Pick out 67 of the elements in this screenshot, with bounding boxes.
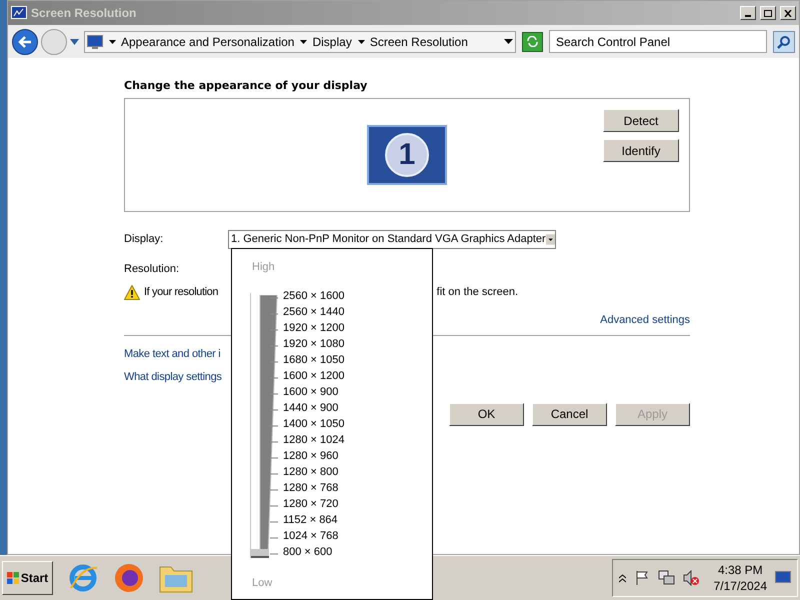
dialog-button[interactable]: OK — [449, 402, 524, 426]
clock-date: 7/17/2024 — [714, 578, 767, 594]
speaker-muted-icon[interactable] — [682, 570, 700, 586]
monitor-action-button[interactable]: Identify — [603, 139, 679, 162]
back-button[interactable] — [12, 28, 38, 54]
settings-link[interactable]: Make text and other i — [124, 346, 220, 360]
dropdown-caret-icon[interactable] — [504, 39, 513, 44]
back-arrow-icon — [18, 36, 32, 48]
close-icon — [784, 10, 792, 16]
resolution-option[interactable]: 1280 × 800 — [283, 464, 344, 480]
resolution-option[interactable]: 1280 × 1024 — [283, 432, 344, 448]
monitor-icon — [11, 6, 27, 20]
chevron-up-icon[interactable] — [618, 574, 626, 582]
warning-text: If your resolution — [144, 284, 218, 300]
breadcrumb-caret-icon[interactable] — [300, 40, 308, 44]
low-label: Low — [252, 576, 272, 591]
settings-link[interactable]: What display settings — [124, 368, 222, 384]
windows-logo-icon — [6, 572, 19, 584]
resolution-option[interactable]: 1280 × 720 — [283, 496, 344, 512]
slider-thumb[interactable] — [251, 549, 269, 558]
search-field[interactable]: Search Control Panel — [549, 30, 767, 53]
resolution-option[interactable]: 1600 × 900 — [283, 384, 344, 400]
monitor-tile[interactable]: 1 — [367, 125, 447, 185]
maximize-button[interactable] — [760, 6, 776, 20]
breadcrumb[interactable]: Screen Resolution — [370, 32, 468, 50]
search-button[interactable] — [773, 30, 795, 52]
resolution-option[interactable]: 1920 × 1200 — [283, 320, 344, 336]
dialog-button[interactable]: Cancel — [532, 402, 607, 426]
resolution-option[interactable]: 2560 × 1600 — [283, 288, 344, 304]
breadcrumb-caret-icon[interactable] — [358, 40, 365, 44]
resolution-option[interactable]: 2560 × 1440 — [283, 304, 344, 320]
monitor-action-button[interactable]: Detect — [603, 109, 679, 132]
address-bar[interactable]: Appearance and Personalization Display Screen Resolution — [84, 30, 516, 52]
resolution-option[interactable]: 1400 × 1050 — [283, 416, 344, 432]
window-title: Screen Resolution — [31, 5, 138, 22]
high-label: High — [252, 260, 275, 275]
show-desktop-icon[interactable] — [775, 571, 791, 585]
display-label: Display: — [124, 232, 164, 247]
breadcrumb[interactable]: Appearance and Personalization — [121, 32, 294, 50]
heading: Change the appearance of your display — [124, 78, 368, 94]
breadcrumb-caret-icon[interactable] — [109, 40, 116, 44]
maximize-icon — [764, 10, 772, 16]
warning-icon — [124, 284, 140, 300]
resolution-label: Resolution: — [124, 262, 180, 277]
start-button[interactable]: Start — [2, 561, 53, 595]
minimize-button[interactable] — [740, 6, 756, 20]
close-button[interactable] — [780, 6, 796, 20]
resolution-option[interactable]: 1152 × 864 — [283, 512, 344, 528]
search-icon — [777, 34, 791, 48]
monitor-number: 1 — [398, 140, 416, 170]
resolution-option[interactable]: 1680 × 1050 — [283, 352, 344, 368]
resolution-option[interactable]: 1280 × 768 — [283, 480, 344, 496]
resolution-option[interactable]: 1024 × 768 — [283, 528, 344, 544]
clock-time: 4:38 PM — [718, 562, 763, 578]
breadcrumb[interactable]: Display — [312, 32, 352, 50]
control-panel-icon — [87, 34, 103, 48]
resolution-option[interactable]: 1440 × 900 — [283, 400, 344, 416]
warning-text: fit on the screen. — [436, 284, 518, 300]
resolution-option[interactable]: 800 × 600 — [283, 544, 344, 560]
flag-icon[interactable] — [634, 570, 650, 586]
network-icon[interactable] — [658, 570, 675, 586]
refresh-button[interactable] — [522, 32, 543, 52]
resolution-option[interactable]: 1920 × 1080 — [283, 336, 344, 352]
resolution-option[interactable]: 1600 × 1200 — [283, 368, 344, 384]
resolution-option[interactable]: 1280 × 960 — [283, 448, 344, 464]
advanced-settings-link[interactable]: Advanced settings — [600, 312, 690, 328]
refresh-icon — [526, 36, 539, 47]
